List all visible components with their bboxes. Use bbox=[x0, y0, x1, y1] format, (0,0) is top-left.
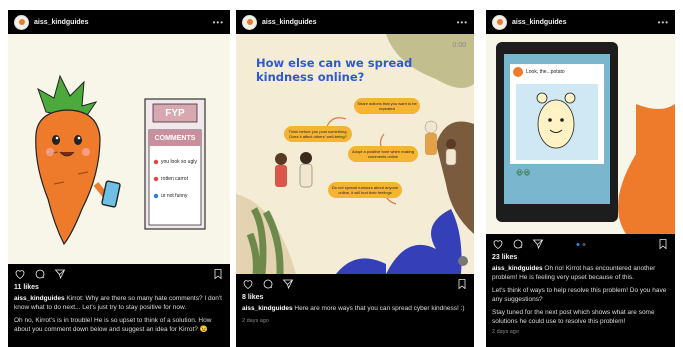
comment-item: ur not funny bbox=[161, 193, 188, 199]
more-icon[interactable]: ••• bbox=[457, 18, 468, 27]
post-card-1: aiss_kindguides ••• FYP COMMENTS you loo… bbox=[8, 10, 230, 347]
caption-text: Here are more ways that you can spread c… bbox=[294, 305, 465, 312]
comment-icon[interactable] bbox=[512, 238, 524, 250]
like-count[interactable]: 8 likes bbox=[236, 294, 474, 305]
comment-icon[interactable] bbox=[34, 268, 46, 280]
share-icon[interactable] bbox=[282, 278, 294, 290]
caption: aiss_kindguides Here are more ways that … bbox=[236, 305, 474, 314]
bookmark-icon[interactable] bbox=[456, 278, 468, 290]
post-header: aiss_kindguides ••• bbox=[8, 10, 230, 34]
bookmark-icon[interactable] bbox=[657, 238, 669, 250]
video-timer: 0:00 bbox=[452, 42, 466, 49]
post-image[interactable]: FYP COMMENTS you look so ugly rotten car… bbox=[8, 34, 230, 264]
tip-bubble: Think before you post something. Does it… bbox=[284, 126, 352, 142]
avatar[interactable] bbox=[242, 14, 257, 30]
caption: aiss_kindguides Oh no! Kirrot has encoun… bbox=[486, 265, 675, 326]
tip-bubble: Adopt a positive tone when making commen… bbox=[348, 146, 418, 162]
avatar[interactable] bbox=[14, 14, 29, 30]
post-card-2: aiss_kindguides ••• 0:00 How else can we… bbox=[236, 10, 474, 347]
share-icon[interactable] bbox=[532, 238, 544, 250]
username[interactable]: aiss_kindguides bbox=[512, 19, 653, 26]
post-header: aiss_kindguides ••• bbox=[486, 10, 675, 34]
tip-bubble: Share actions that you want to be repeat… bbox=[354, 98, 420, 114]
action-bar bbox=[236, 274, 474, 294]
comment-icon[interactable] bbox=[262, 278, 274, 290]
like-count[interactable]: 23 likes bbox=[486, 254, 675, 265]
slide-title: How else can we spread kindness online? bbox=[256, 56, 413, 84]
heart-icon[interactable] bbox=[242, 278, 254, 290]
mute-icon[interactable] bbox=[458, 256, 468, 266]
potato-character bbox=[537, 99, 575, 149]
more-icon[interactable]: ••• bbox=[213, 18, 224, 27]
post-video[interactable]: 0:00 How else can we spread kindness onl… bbox=[236, 34, 474, 274]
carrot-character bbox=[35, 109, 101, 246]
comments-title: COMMENTS bbox=[154, 134, 196, 142]
action-bar bbox=[8, 264, 230, 284]
post-header: aiss_kindguides ••• bbox=[236, 10, 474, 34]
post-time: 2 days ago bbox=[492, 329, 519, 335]
tip-bubble: Do not spread rumours about anyone onlin… bbox=[328, 182, 402, 198]
comment-item: you look so ugly bbox=[161, 159, 197, 165]
caption-text-2: Let's think of ways to help resolve this… bbox=[492, 287, 667, 303]
caption: aiss_kindguides Kirrot: Why are there so… bbox=[8, 295, 230, 334]
more-icon[interactable]: ••• bbox=[658, 18, 669, 27]
carousel-dots bbox=[576, 242, 585, 246]
screen-post-text: Look, the...potato bbox=[526, 69, 565, 75]
blue-leaves bbox=[386, 209, 462, 274]
heart-icon[interactable] bbox=[492, 238, 504, 250]
username[interactable]: aiss_kindguides bbox=[34, 19, 208, 26]
caption-username[interactable]: aiss_kindguides bbox=[242, 305, 293, 312]
comment-item: rotten carrot bbox=[161, 176, 188, 182]
post-image[interactable]: 😆😆 Look, the...potato bbox=[486, 34, 675, 234]
action-bar bbox=[486, 234, 675, 254]
like-count[interactable]: 11 likes bbox=[8, 284, 230, 295]
username[interactable]: aiss_kindguides bbox=[262, 19, 452, 26]
caption-text-3: Stay tuned for the next post which shows… bbox=[492, 309, 655, 325]
caption-text-2: Oh no, Kirrot's is in trouble! He is so … bbox=[14, 317, 212, 333]
fyp-label: FYP bbox=[165, 107, 185, 119]
share-icon[interactable] bbox=[54, 268, 66, 280]
phone-icon bbox=[101, 180, 121, 208]
caption-username[interactable]: aiss_kindguides bbox=[492, 265, 543, 272]
post-time: 2 days ago bbox=[242, 317, 269, 324]
post-card-3: aiss_kindguides ••• 😆😆 Look, the...potat… bbox=[486, 10, 675, 347]
avatar[interactable] bbox=[492, 14, 507, 30]
caption-username[interactable]: aiss_kindguides bbox=[14, 295, 65, 302]
svg-text:😆😆: 😆😆 bbox=[516, 169, 531, 177]
heart-icon[interactable] bbox=[14, 268, 26, 280]
bookmark-icon[interactable] bbox=[212, 268, 224, 280]
